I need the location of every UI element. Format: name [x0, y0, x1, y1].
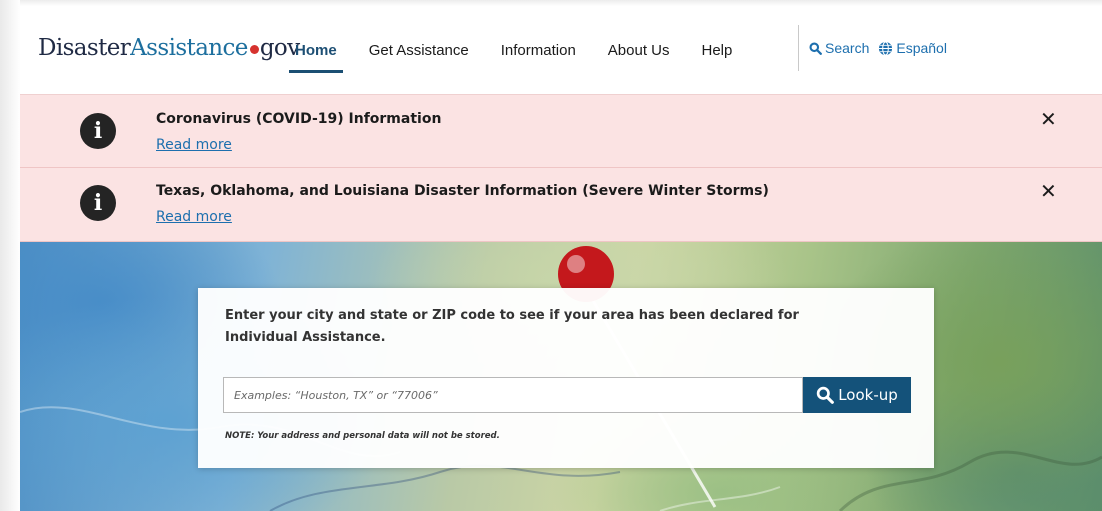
search-link[interactable]: Search [809, 40, 869, 56]
alert-title: Coronavirus (COVID-19) Information [156, 111, 442, 127]
logo-text-assistance: Assistance [130, 35, 248, 61]
nav-home[interactable]: Home [289, 42, 343, 73]
logo-dot [249, 45, 259, 54]
globe-icon [879, 40, 893, 56]
read-more-link[interactable]: Read more [156, 137, 232, 153]
nav-help[interactable]: Help [702, 42, 733, 59]
close-icon[interactable]: ✕ [1040, 109, 1057, 129]
lookup-prompt: Enter your city and state or ZIP code to… [225, 308, 799, 345]
nav-about-us[interactable]: About Us [608, 42, 670, 59]
alert-covid: i Coronavirus (COVID-19) Information Rea… [20, 94, 1102, 168]
page: DisasterAssistance gov Home Get Assistanc… [20, 6, 1102, 511]
nav-information[interactable]: Information [501, 42, 576, 59]
nav-get-assistance[interactable]: Get Assistance [369, 42, 469, 59]
location-search-input[interactable] [223, 377, 803, 413]
site-logo[interactable]: DisasterAssistance gov [38, 35, 300, 61]
lookup-button-label: Look-up [838, 386, 898, 404]
search-icon [816, 386, 835, 404]
alert-title: Texas, Oklahoma, and Louisiana Disaster … [156, 183, 769, 199]
hero-map-banner: Enter your city and state or ZIP code to… [20, 242, 1102, 511]
nav-divider [798, 25, 799, 71]
main-nav: Home Get Assistance Information About Us… [289, 6, 764, 94]
logo-text-disaster: Disaster [38, 35, 131, 61]
frame-shadow-left [0, 0, 20, 511]
site-header: DisasterAssistance gov Home Get Assistanc… [20, 6, 1102, 94]
info-icon: i [80, 113, 116, 149]
close-icon[interactable]: ✕ [1040, 181, 1057, 201]
screenshot-frame: DisasterAssistance gov Home Get Assistanc… [0, 0, 1102, 511]
language-toggle[interactable]: Español [878, 40, 947, 56]
info-icon: i [80, 185, 116, 221]
logo-text-gov: gov [259, 35, 300, 61]
lookup-form: Look-up [223, 377, 911, 413]
language-label: Español [896, 40, 947, 56]
read-more-link[interactable]: Read more [156, 209, 232, 225]
lookup-card: Enter your city and state or ZIP code to… [198, 288, 934, 468]
header-tools: Search Español [809, 40, 956, 56]
search-link-label: Search [825, 40, 870, 56]
lookup-button[interactable]: Look-up [803, 377, 911, 413]
search-icon [809, 41, 822, 55]
privacy-note: NOTE: Your address and personal data wil… [225, 431, 500, 441]
alert-winter-storms: i Texas, Oklahoma, and Louisiana Disaste… [20, 168, 1102, 242]
